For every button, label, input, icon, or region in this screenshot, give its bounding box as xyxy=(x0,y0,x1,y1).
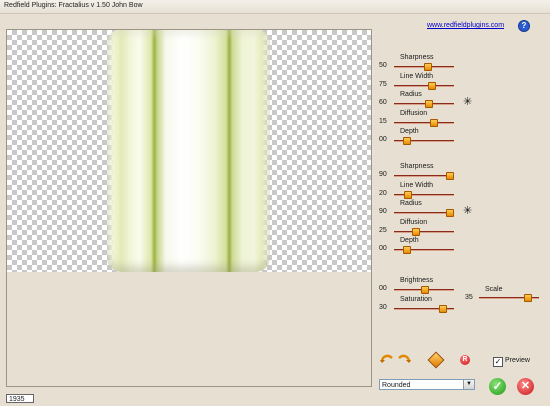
group1-depth-slider-thumb[interactable] xyxy=(403,137,411,145)
group1-radius-value: 60 xyxy=(379,99,387,106)
checkmark-icon: ✓ xyxy=(494,357,502,366)
group1-asterisk-icon[interactable]: ✳ xyxy=(463,97,472,108)
redo-arrow-icon[interactable] xyxy=(397,353,411,364)
group3-saturation-value: 30 xyxy=(379,303,387,311)
group2-radius-value: 90 xyxy=(379,208,387,215)
group2-diffusion-value: 25 xyxy=(379,226,387,234)
reset-button[interactable]: R xyxy=(460,355,470,365)
help-icon[interactable]: ? xyxy=(518,20,530,32)
group3-brightness-slider[interactable] xyxy=(394,286,454,294)
group3-brightness-slider-thumb[interactable] xyxy=(421,286,429,294)
group2-diffusion-label: Diffusion xyxy=(400,218,428,226)
shape-dropdown[interactable]: Rounded ▼ xyxy=(379,379,475,390)
group2-depth-slider[interactable] xyxy=(394,246,454,254)
group2-depth-slider-thumb[interactable] xyxy=(403,246,411,254)
group3-saturation-slider[interactable] xyxy=(394,304,454,313)
group1-sharpness-slider[interactable] xyxy=(394,63,454,71)
group1-diffusion-label: Diffusion xyxy=(400,109,428,117)
group2-sharpness-slider[interactable] xyxy=(394,172,455,180)
group1-sharpness-slider-thumb[interactable] xyxy=(424,63,432,71)
group1-sharpness-label: Sharpness xyxy=(400,54,434,61)
group1-depth-value: 00 xyxy=(379,136,387,143)
randomize-diamond-icon[interactable] xyxy=(427,351,445,369)
group3-brightness-label: Brightness xyxy=(400,277,434,284)
chevron-down-icon[interactable]: ▼ xyxy=(463,380,474,389)
group2-line-width-label: Line Width xyxy=(400,181,434,189)
scale-slider-thumb[interactable] xyxy=(524,294,532,302)
preview-checkbox[interactable]: ✓ xyxy=(493,357,503,367)
group2-diffusion-slider[interactable] xyxy=(394,227,454,236)
group2-line-width-slider-thumb[interactable] xyxy=(404,190,413,199)
scale-slider[interactable] xyxy=(479,294,539,302)
group2-sharpness-label: Sharpness xyxy=(400,163,434,170)
group1-depth-slider[interactable] xyxy=(394,137,454,145)
group1-radius-slider[interactable] xyxy=(394,100,454,108)
group1-sharpness-value: 50 xyxy=(379,62,387,69)
group2-depth-value: 00 xyxy=(379,245,387,252)
shape-dropdown-value: Rounded xyxy=(382,382,411,389)
group1-depth-label: Depth xyxy=(400,128,419,135)
scale-label: Scale xyxy=(485,286,503,293)
group1-line-width-slider-thumb[interactable] xyxy=(428,81,437,90)
group1-radius-label: Radius xyxy=(400,91,422,98)
group1-line-width-slider[interactable] xyxy=(394,81,454,90)
group2-sharpness-slider-thumb[interactable] xyxy=(446,172,455,180)
cancel-button[interactable]: ✕ xyxy=(517,378,534,395)
group1-diffusion-slider[interactable] xyxy=(394,118,454,127)
group2-depth-label: Depth xyxy=(400,237,419,244)
group1-diffusion-value: 15 xyxy=(379,117,387,125)
group1-diffusion-slider-thumb[interactable] xyxy=(430,118,438,127)
group2-radius-slider[interactable] xyxy=(394,209,455,217)
group2-diffusion-slider-thumb[interactable] xyxy=(412,227,420,236)
group2-radius-slider-thumb[interactable] xyxy=(446,209,455,217)
group2-radius-label: Radius xyxy=(400,200,422,207)
group2-sharpness-value: 90 xyxy=(379,171,387,178)
fractalius-rendered-image xyxy=(107,30,270,272)
group1-radius-slider-thumb[interactable] xyxy=(425,100,434,108)
group3-saturation-slider-thumb[interactable] xyxy=(439,304,447,313)
group1-line-width-value: 75 xyxy=(379,80,387,88)
image-preview-panel[interactable] xyxy=(6,29,372,387)
group2-line-width-value: 20 xyxy=(379,189,387,197)
group2-line-width-slider[interactable] xyxy=(394,190,454,199)
group3-brightness-value: 00 xyxy=(379,285,387,292)
group3-saturation-label: Saturation xyxy=(400,295,432,303)
website-link[interactable]: www.redfieldplugins.com xyxy=(427,22,504,29)
window-title: Redfield Plugins: Fractalius v 1.50 John… xyxy=(4,2,143,9)
undo-arrow-icon[interactable] xyxy=(380,353,394,364)
status-value-box: 1935 xyxy=(6,394,34,403)
preview-label: Preview xyxy=(505,357,530,364)
scale-value: 35 xyxy=(465,294,473,301)
title-bar: Redfield Plugins: Fractalius v 1.50 John… xyxy=(0,0,550,14)
group1-line-width-label: Line Width xyxy=(400,72,434,80)
ok-button[interactable]: ✓ xyxy=(489,378,506,395)
group2-asterisk-icon[interactable]: ✳ xyxy=(463,206,472,217)
